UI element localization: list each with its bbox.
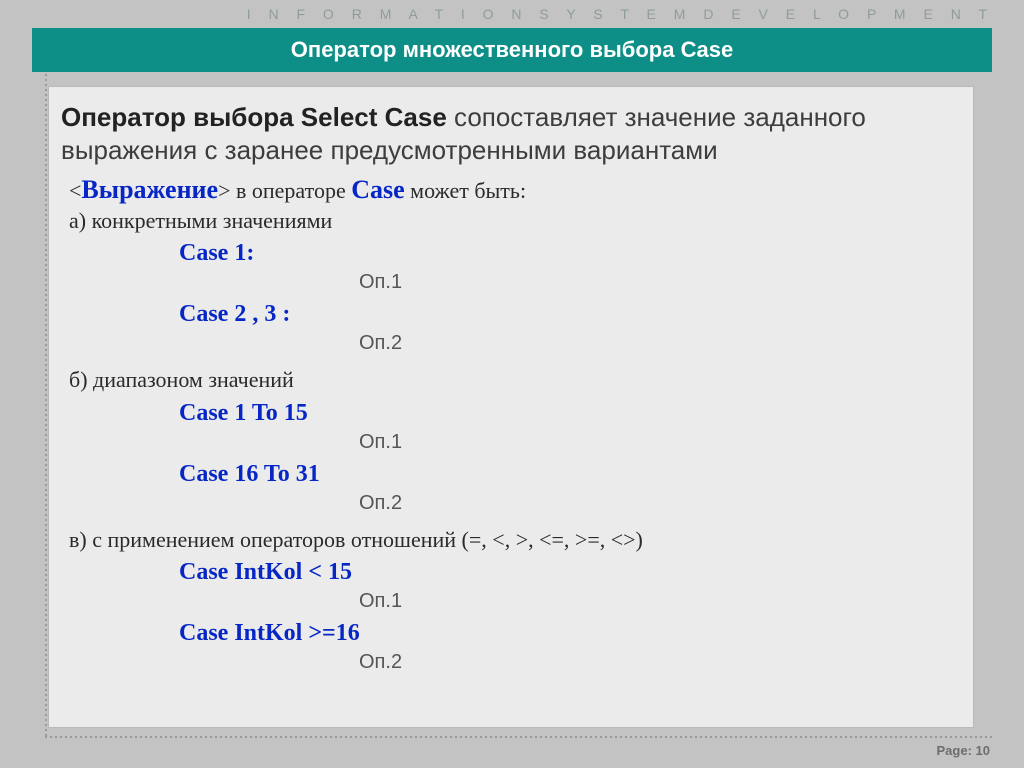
op-b1: Оп.1 bbox=[359, 430, 955, 455]
op-c2: Оп.2 bbox=[359, 650, 955, 675]
bottom-rule bbox=[45, 736, 992, 738]
op-a2: Оп.2 bbox=[359, 331, 955, 356]
section-b-label: б) диапазоном значений bbox=[69, 366, 955, 394]
case-a2: Case 2 , 3 : bbox=[179, 299, 955, 329]
expr-tail: может быть: bbox=[405, 178, 526, 203]
case-word: Case bbox=[351, 175, 404, 204]
case-c2: Case IntKol >=16 bbox=[179, 618, 955, 648]
op-a1: Оп.1 bbox=[359, 270, 955, 295]
banner-text: I N F O R M A T I O N S Y S T E M D E V … bbox=[0, 0, 1024, 28]
body: <Выражение> в операторе Case может быть:… bbox=[49, 168, 973, 675]
expr-word: Выражение bbox=[81, 175, 218, 204]
lt: < bbox=[69, 178, 81, 203]
expr-line: <Выражение> в операторе Case может быть: bbox=[69, 174, 955, 207]
op-b2: Оп.2 bbox=[359, 491, 955, 516]
page-label: Page: bbox=[937, 743, 972, 758]
case-b1: Case 1 To 15 bbox=[179, 398, 955, 428]
left-rule bbox=[45, 74, 47, 736]
expr-mid: в операторе bbox=[231, 178, 352, 203]
gt: > bbox=[218, 178, 230, 203]
section-c-label: в) с применением операторов отношений (=… bbox=[69, 526, 955, 554]
content-panel: Оператор выбора Select Case сопоставляет… bbox=[48, 86, 974, 728]
intro-paragraph: Оператор выбора Select Case сопоставляет… bbox=[49, 87, 973, 168]
page-footer: Page: 10 bbox=[937, 743, 991, 758]
section-a-label: а) конкретными значениями bbox=[69, 207, 955, 235]
slide-title: Оператор множественного выбора Case bbox=[32, 28, 992, 72]
case-a1: Case 1: bbox=[179, 238, 955, 268]
page-number: 10 bbox=[976, 743, 990, 758]
case-b2: Case 16 To 31 bbox=[179, 459, 955, 489]
op-c1: Оп.1 bbox=[359, 589, 955, 614]
slide: I N F O R M A T I O N S Y S T E M D E V … bbox=[0, 0, 1024, 768]
intro-bold: Оператор выбора Select Case bbox=[61, 102, 447, 132]
case-c1: Case IntKol < 15 bbox=[179, 557, 955, 587]
